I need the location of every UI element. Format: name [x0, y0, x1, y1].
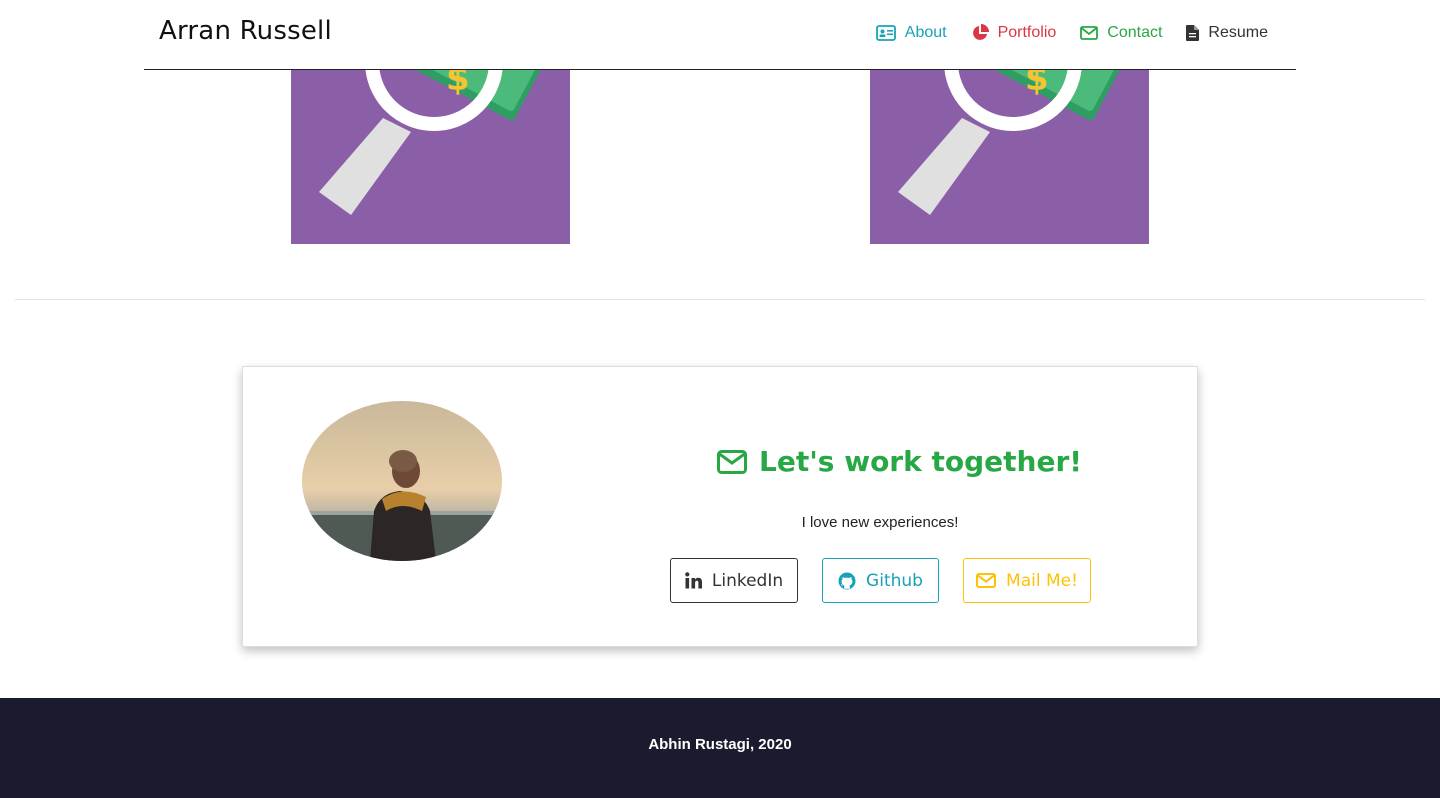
contact-heading: Let's work together! [717, 445, 1082, 478]
profile-photo [302, 401, 502, 561]
brand-title[interactable]: Arran Russell [159, 16, 332, 46]
footer: Abhin Rustagi, 2020 [0, 698, 1440, 798]
contact-subtext: I love new experiences! [801, 514, 959, 531]
linkedin-button[interactable]: LinkedIn [670, 558, 798, 603]
contact-heading-text: Let's work together! [759, 445, 1083, 478]
envelope-icon [1080, 26, 1099, 40]
nav-item-portfolio[interactable]: Portfolio [971, 24, 1057, 42]
nav-item-label: About [904, 24, 947, 41]
github-button[interactable]: Github [822, 558, 939, 603]
github-button-label: Github [866, 570, 923, 591]
nav-item-contact[interactable]: Contact [1080, 24, 1162, 42]
nav-item-label: Portfolio [997, 24, 1057, 41]
mail-button[interactable]: Mail Me! [963, 558, 1091, 603]
nav-item-resume[interactable]: Resume [1186, 24, 1268, 42]
nav-item-label: Contact [1107, 24, 1163, 41]
linkedin-icon [685, 572, 702, 589]
envelope-icon [976, 573, 997, 588]
file-icon [1186, 25, 1200, 41]
github-icon [838, 572, 856, 589]
mail-button-label: Mail Me! [1006, 570, 1078, 591]
linkedin-button-label: LinkedIn [711, 570, 784, 591]
footer-credit: Abhin Rustagi, 2020 [648, 736, 792, 753]
envelope-icon [717, 449, 747, 474]
nav-item-about[interactable]: About [875, 24, 947, 42]
nav-item-label: Resume [1208, 24, 1268, 41]
contact-card: Let's work together! I love new experien… [242, 366, 1198, 647]
page: $ $ Arran Russell About Portfolio Contac… [0, 0, 1440, 798]
nav-menu: About Portfolio Contact Resume [875, 24, 1268, 42]
navbar: Arran Russell About Portfolio Contact Re… [144, 0, 1296, 70]
pie-chart-icon [972, 24, 989, 40]
avatar [302, 401, 502, 561]
id-card-icon [875, 25, 896, 41]
section-divider [15, 299, 1425, 300]
